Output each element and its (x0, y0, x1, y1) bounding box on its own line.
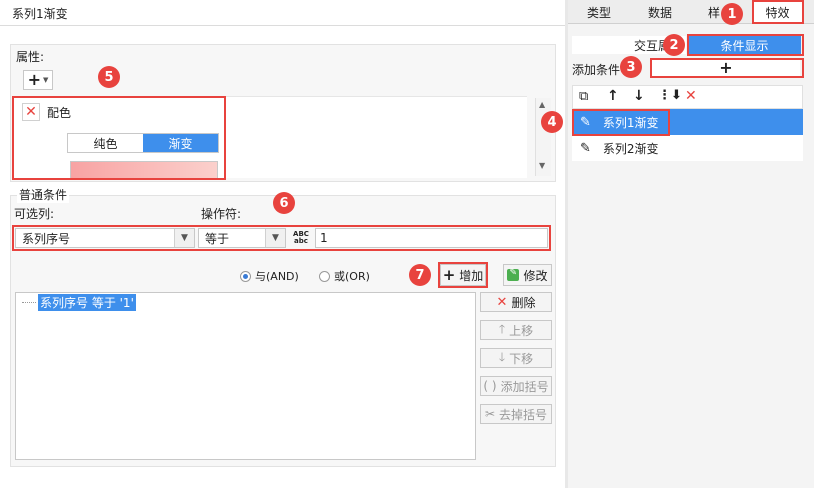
attributes-label: 属性: (16, 50, 45, 64)
highlight-condition-row (12, 225, 551, 251)
highlight-add-button (438, 262, 488, 288)
list-toolbar: ⧉ ↑ ↓ ⋮⬇ ✕ (572, 85, 803, 109)
panel-title-bar: 系列1渐变 (0, 0, 565, 26)
close-icon: ✕ (496, 294, 508, 310)
condition-list-item[interactable]: 系列序号 等于 '1' (38, 294, 136, 311)
arrow-down-icon: 🡓 (498, 349, 506, 364)
panel-title: 系列1渐变 (12, 7, 68, 21)
add-bracket-button[interactable]: ( ) 添加括号 (480, 376, 552, 396)
common-conditions-label: 普通条件 (17, 186, 70, 203)
scroll-down-icon[interactable]: ▼ (539, 161, 545, 170)
or-radio[interactable]: 或(OR) (319, 268, 370, 284)
move-bottom-icon[interactable]: ⋮⬇ (658, 88, 682, 103)
chevron-down-icon: ▼ (43, 76, 49, 84)
add-condition-label: 添加条件 (572, 63, 621, 77)
callout-5: 5 (98, 66, 120, 88)
arrow-up-icon: 🡑 (498, 321, 506, 336)
modify-condition-button[interactable]: ✎ 修改 (503, 264, 552, 286)
highlight-color-section (12, 96, 226, 180)
highlight-condition-display (687, 34, 804, 56)
operator-label: 操作符: (201, 207, 242, 221)
plus-icon: + (27, 70, 41, 89)
move-down-button[interactable]: 🡓 下移 (480, 348, 552, 368)
remove-bracket-icon: ✂ (484, 407, 496, 421)
bracket-icon: ( ) (483, 379, 497, 393)
callout-4: 4 (541, 111, 563, 133)
tab-style[interactable]: 样 (708, 4, 720, 21)
add-attribute-button[interactable]: + ▼ (23, 70, 53, 90)
tab-type[interactable]: 类型 (587, 4, 611, 21)
highlight-effects-tab (752, 0, 804, 24)
move-up-button[interactable]: 🡑 上移 (480, 320, 552, 340)
callout-2: 2 (663, 34, 685, 56)
close-icon[interactable]: ✕ (685, 88, 697, 104)
and-radio[interactable]: 与(AND) (240, 268, 299, 284)
callout-7: 7 (409, 264, 431, 286)
edit-icon: ✎ (507, 268, 520, 281)
edit-icon: ✎ (580, 140, 591, 156)
column-label: 可选列: (14, 207, 55, 221)
highlight-add-condition (650, 58, 804, 78)
radio-selected-icon (240, 270, 251, 282)
callout-3: 3 (620, 56, 642, 78)
delete-condition-button[interactable]: ✕ 删除 (480, 292, 552, 312)
attribute-scrollbar[interactable]: ▲ ▼ (535, 98, 551, 176)
remove-bracket-button[interactable]: ✂ 去掉括号 (480, 404, 552, 424)
callout-6: 6 (273, 192, 295, 214)
radio-unselected-icon (319, 270, 330, 282)
list-item[interactable]: ✎ 系列2渐变 (572, 135, 803, 161)
condition-list[interactable]: 系列序号 等于 '1' (15, 292, 476, 460)
copy-icon[interactable]: ⧉ (579, 89, 588, 104)
tab-data[interactable]: 数据 (648, 4, 672, 21)
tree-line (22, 302, 36, 303)
highlight-series-item (572, 109, 670, 136)
arrow-up-icon[interactable]: ↑ (607, 88, 619, 104)
scroll-up-icon[interactable]: ▲ (539, 100, 545, 109)
arrow-down-icon[interactable]: ↓ (633, 88, 645, 104)
callout-1: 1 (721, 3, 743, 25)
